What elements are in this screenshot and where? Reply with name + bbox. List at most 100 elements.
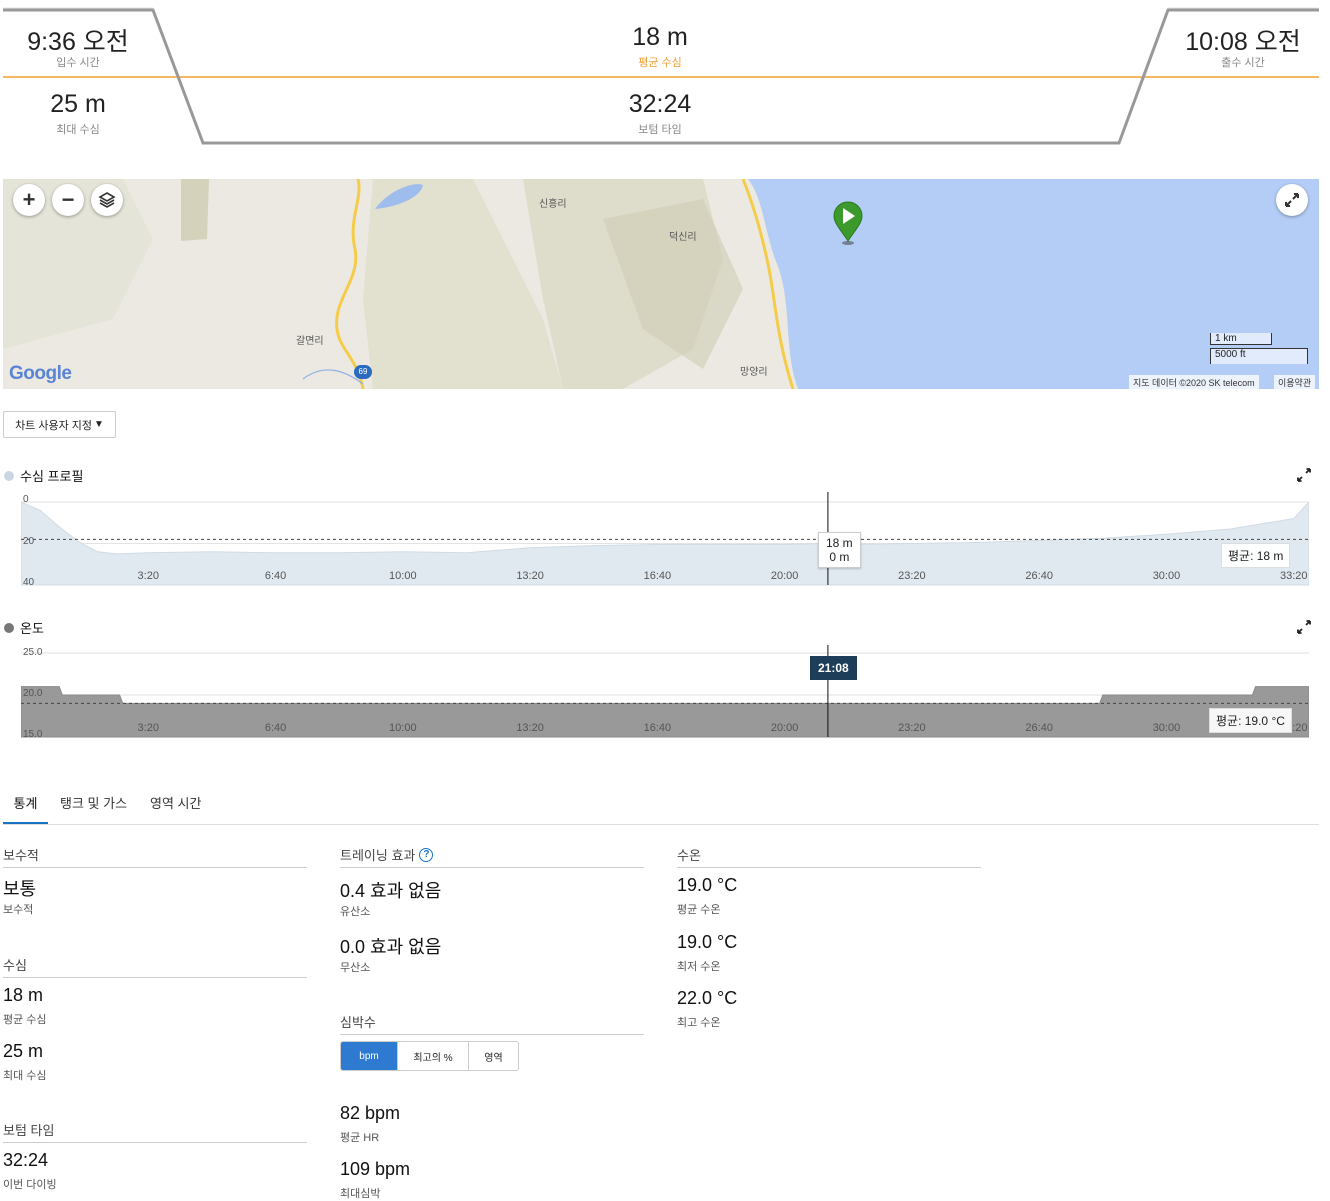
x-tick-label: 13:20: [516, 722, 544, 734]
zoom-out-button[interactable]: −: [52, 184, 84, 216]
entry-time-value: 9:36 오전: [27, 28, 129, 56]
x-tick-label: 23:20: [898, 570, 926, 582]
temp-chart-title: 온도: [4, 618, 44, 637]
x-tick-label: 20:00: [770, 570, 799, 582]
x-tick-label: 3:20: [137, 722, 159, 734]
x-tick-label: 26:40: [1025, 570, 1053, 582]
layers-button[interactable]: [91, 184, 123, 216]
depth-y-tick: 0: [23, 494, 29, 505]
min-water-temp-label: 최저 수온: [677, 961, 721, 973]
map-fullscreen-button[interactable]: [1276, 184, 1308, 216]
avg-water-temp-value: 19.0 °C: [677, 875, 738, 895]
temp-chart[interactable]: 25.0 20.0 15.0 3:20 6:40 10:00 13:20 16:40 20…: [21, 645, 1309, 740]
max-depth-stat-value: 25 m: [3, 1041, 44, 1061]
avg-water-temp-label: 평균 수온: [677, 904, 721, 916]
x-tick-label: 13:20: [516, 570, 544, 582]
bottom-time-stat-value: 32:24: [3, 1150, 49, 1170]
tab-stats[interactable]: 통계: [3, 790, 48, 824]
avg-hr-label: 평균 HR: [340, 1132, 380, 1144]
avg-depth-stat-value: 18 m: [3, 985, 44, 1005]
x-tick-label: 30:00: [1152, 722, 1181, 734]
road-shield: 69: [354, 365, 372, 379]
caret-down-icon: ▼: [94, 419, 104, 430]
max-depth-label: 최대 수심: [56, 124, 100, 136]
google-logo: Google: [9, 363, 72, 384]
bottom-time-value: 32:24: [628, 90, 692, 118]
max-water-temp-value: 22.0 °C: [677, 988, 738, 1008]
x-tick-label: 16:40: [643, 570, 672, 582]
place-label: 신흥리: [539, 199, 567, 210]
customize-chart-button[interactable]: 차트 사용자 지정 ▼: [3, 411, 116, 438]
zoom-in-button[interactable]: +: [13, 184, 45, 216]
depth-section-title: 수심: [3, 955, 307, 978]
x-tick-label: 33:20: [1279, 570, 1308, 582]
heart-rate-section-title: 심박수: [340, 1012, 644, 1035]
exit-time-value: 10:08 오전: [1185, 28, 1301, 56]
max-water-temp-label: 최고 수온: [677, 1017, 721, 1029]
depth-tooltip-line2: 0 m: [829, 550, 850, 564]
bottom-time-stat-label: 이번 다이빙: [3, 1179, 57, 1191]
scale-imperial: 5000 ft: [1210, 348, 1308, 364]
depth-chart[interactable]: 0 20 40 3:20 6:40 10:00 13:20 16:40 20:00 23:2…: [21, 492, 1309, 588]
water-temp-section-title: 수온: [677, 845, 981, 868]
depth-chart-title: 수심 프로필: [4, 466, 83, 485]
depth-legend-dot: [4, 470, 14, 481]
x-tick-label: 30:00: [1152, 570, 1181, 582]
stats-tabs: 통계 탱크 및 가스 영역 시간: [3, 790, 1319, 825]
avg-hr-value: 82 bpm: [340, 1103, 401, 1123]
temp-average-label: 평균: 19.0 °C: [1209, 708, 1292, 733]
zoom-out-icon: −: [61, 187, 75, 212]
aerobic-label: 유산소: [340, 906, 371, 918]
temp-y-tick: 15.0: [23, 729, 43, 740]
conservatism-section-title: 보수적: [3, 845, 307, 868]
zoom-in-icon: +: [22, 187, 36, 212]
training-effect-title-text: 트레이닝 효과: [340, 848, 416, 863]
hr-unit-bpm-button[interactable]: bpm: [341, 1042, 398, 1070]
x-tick-label: 3:20: [137, 570, 159, 582]
heart-rate-unit-toggle: bpm 최고의 % 영역: [340, 1041, 519, 1071]
start-marker-icon[interactable]: [832, 201, 864, 247]
depth-tooltip-line1: 18 m: [826, 536, 853, 550]
scale-metric: 1 km: [1210, 333, 1272, 345]
place-label: 갈면리: [296, 336, 324, 347]
depth-average-label: 평균: 18 m: [1221, 543, 1291, 568]
max-hr-label: 최대심박: [340, 1188, 381, 1200]
depth-chart-expand-icon[interactable]: [1297, 468, 1311, 482]
map-attribution: 지도 데이터 ©2020 SK telecom: [1129, 375, 1259, 389]
bottom-time-section-title: 보텀 타임: [3, 1120, 307, 1143]
x-tick-label: 10:00: [389, 570, 417, 582]
conservatism-label: 보수적: [3, 904, 34, 916]
bottom-time-label: 보텀 타임: [638, 124, 682, 136]
avg-depth-value: 18 m: [632, 23, 688, 51]
aerobic-value: 0.4 효과 없음: [340, 881, 442, 901]
cursor-time-tag: 21:08: [810, 656, 857, 680]
depth-tooltip: 18 m 0 m: [818, 532, 861, 568]
tab-tanks-gases[interactable]: 탱크 및 가스: [60, 790, 127, 822]
tab-time-in-zone[interactable]: 영역 시간: [150, 790, 201, 822]
anaerobic-label: 무산소: [340, 962, 371, 974]
temp-legend-dot: [4, 622, 14, 633]
depth-y-tick: 20: [23, 536, 35, 547]
x-tick-label: 6:40: [264, 722, 287, 734]
avg-depth-stat-label: 평균 수심: [3, 1014, 47, 1026]
layers-icon: [98, 192, 116, 208]
x-tick-label: 23:20: [898, 722, 926, 734]
place-label: 망양리: [740, 367, 768, 378]
x-tick-label: 6:40: [264, 570, 287, 582]
hr-unit-percent-max-button[interactable]: 최고의 %: [398, 1042, 469, 1070]
max-depth-value: 25 m: [50, 90, 106, 118]
dive-map[interactable]: + − 신흥리 덕신리 갈면리 망양리 69 Google 1 km 5000 …: [3, 179, 1319, 389]
temp-y-tick: 25.0: [23, 647, 43, 658]
exit-time-label: 출수 시간: [1221, 57, 1265, 69]
help-icon[interactable]: ?: [419, 847, 434, 862]
x-tick-label: 20:00: [770, 722, 799, 734]
hr-unit-zone-button[interactable]: 영역: [469, 1042, 518, 1070]
training-effect-section-title: 트레이닝 효과 ?: [340, 845, 644, 868]
map-terms-link[interactable]: 이용약관: [1274, 375, 1316, 389]
conservatism-value: 보통: [3, 879, 37, 899]
temp-chart-expand-icon[interactable]: [1297, 620, 1311, 634]
anaerobic-value: 0.0 효과 없음: [340, 937, 442, 957]
fullscreen-icon: [1285, 193, 1299, 207]
dive-summary-header: 9:36 오전 입수 시간 18 m 평균 수심 10:08 오전 출수 시간 …: [0, 0, 1330, 150]
x-tick-label: 10:00: [389, 722, 417, 734]
